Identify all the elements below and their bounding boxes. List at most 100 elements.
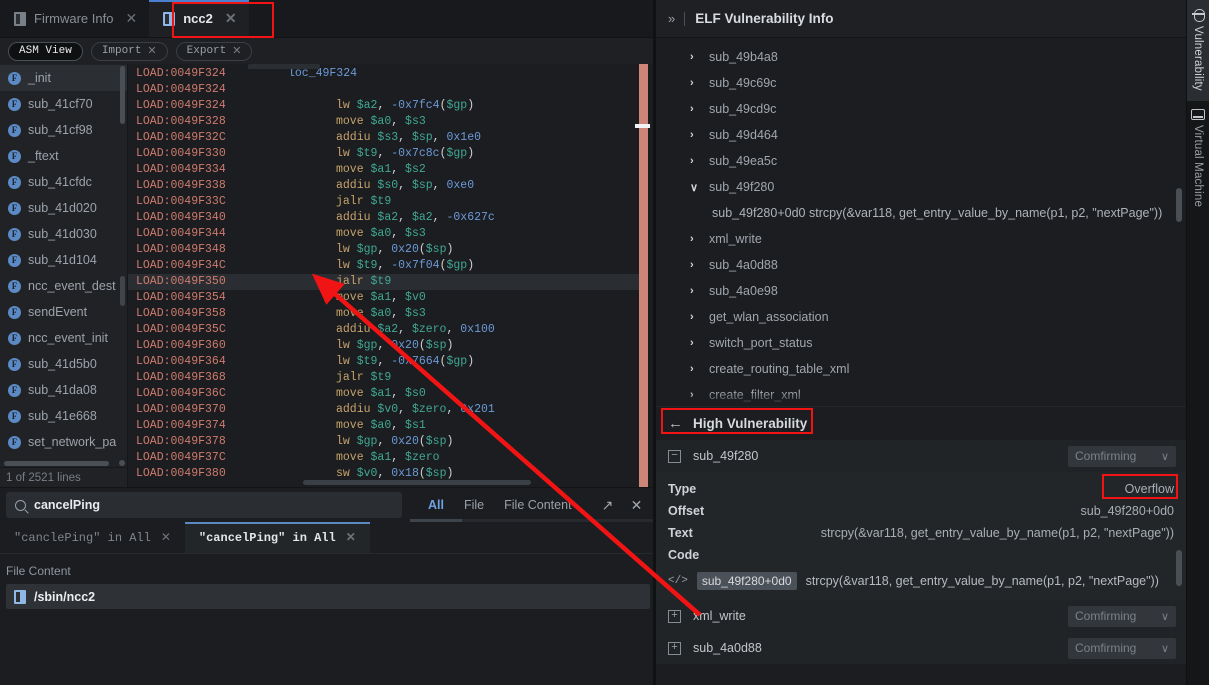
disassembly-line[interactable]: LOAD:0049F35C addiu $a2, $zero, 0x100 bbox=[128, 322, 656, 338]
rail-tab-vulnerability[interactable]: Vulnerability bbox=[1186, 0, 1209, 101]
close-icon[interactable]: ✕ bbox=[161, 530, 171, 545]
tab-firmware-info[interactable]: Firmware Info ✕ bbox=[0, 0, 149, 37]
close-icon[interactable]: ✕ bbox=[147, 44, 156, 58]
chevron-right-icon[interactable]: › bbox=[690, 337, 699, 349]
function-list-item[interactable]: Fsub_41cf98 bbox=[0, 117, 127, 143]
expand-icon[interactable]: + bbox=[668, 609, 681, 623]
status-dropdown[interactable]: Comfirming ∨ bbox=[1068, 637, 1176, 659]
disassembly-line[interactable]: LOAD:0049F324 loc_49F324 bbox=[128, 66, 656, 82]
query-tab-cancelPing[interactable]: "cancelPing" in All ✕ bbox=[184, 522, 370, 553]
disassembly-line[interactable]: LOAD:0049F36C move $a1, $s0 bbox=[128, 386, 656, 402]
vulnerability-tree-node[interactable]: ∨ sub_49f280 bbox=[656, 174, 1186, 200]
vulnerability-tree-node[interactable]: › sub_49d464 bbox=[656, 122, 1186, 148]
disassembly-line[interactable]: LOAD:0049F350 jalr $t9 bbox=[128, 274, 656, 290]
function-list-item[interactable]: Fncc_event_dest bbox=[0, 273, 127, 299]
chevron-down-icon[interactable]: ∨ bbox=[1161, 450, 1169, 463]
close-icon[interactable]: ✕ bbox=[629, 497, 644, 513]
chevron-down-icon[interactable]: ∨ bbox=[1161, 642, 1169, 655]
close-icon[interactable]: ✕ bbox=[125, 10, 137, 27]
expand-icon[interactable]: ↗ bbox=[600, 497, 615, 513]
query-tab-canclePing[interactable]: "canclePing" in All ✕ bbox=[0, 522, 185, 553]
status-dropdown[interactable]: Comfirming ∨ bbox=[1068, 605, 1176, 627]
import-button[interactable]: Import ✕ bbox=[90, 41, 168, 61]
chevron-right-icon[interactable]: › bbox=[690, 129, 699, 141]
close-icon[interactable]: ✕ bbox=[232, 44, 241, 58]
chevron-right-icon[interactable]: › bbox=[690, 51, 699, 63]
disassembly-horizontal-scrollbar[interactable] bbox=[303, 480, 531, 485]
disassembly-line[interactable]: LOAD:0049F344 move $a0, $s3 bbox=[128, 226, 656, 242]
disassembly-line[interactable]: LOAD:0049F370 addiu $v0, $zero, 0x201 bbox=[128, 402, 656, 418]
function-list-item[interactable]: Fsub_41cfdc bbox=[0, 169, 127, 195]
disassembly-line[interactable]: LOAD:0049F324 lw $a2, -0x7fc4($gp) bbox=[128, 98, 656, 114]
search-result-row[interactable]: /sbin/ncc2 bbox=[6, 584, 650, 609]
vulnerability-detail[interactable]: − sub_49f280 Comfirming ∨ Type Overflow Offset… bbox=[656, 440, 1186, 685]
vulnerability-tree-node[interactable]: › create_routing_table_xml bbox=[656, 356, 1186, 382]
disassembly-line[interactable]: LOAD:0049F32C addiu $s3, $sp, 0x1e0 bbox=[128, 130, 656, 146]
vulnerability-tree[interactable]: › sub_49b4a8 › sub_49c69c › sub_49cd9c › sub_49… bbox=[656, 38, 1186, 406]
function-list-item[interactable]: Fsub_41d030 bbox=[0, 221, 127, 247]
chevron-right-icon[interactable]: › bbox=[690, 77, 699, 89]
export-button[interactable]: Export ✕ bbox=[175, 41, 253, 61]
disassembly-line[interactable]: LOAD:0049F37C move $a1, $zero bbox=[128, 450, 656, 466]
chevron-right-icon[interactable]: › bbox=[690, 259, 699, 271]
disassembly-line[interactable]: LOAD:0049F360 lw $gp, 0x20($sp) bbox=[128, 338, 656, 354]
detail-scrollbar[interactable] bbox=[1176, 550, 1182, 586]
disassembly-line[interactable]: LOAD:0049F324 bbox=[128, 82, 656, 98]
expand-icon[interactable]: + bbox=[668, 641, 681, 655]
status-dropdown[interactable]: Comfirming ∨ bbox=[1068, 445, 1176, 467]
chevron-down-icon[interactable]: ∨ bbox=[690, 181, 699, 194]
function-list-item[interactable]: Fsub_41d5b0 bbox=[0, 351, 127, 377]
function-list-item[interactable]: Fset_network_pa bbox=[0, 429, 127, 455]
search-input[interactable]: cancelPing bbox=[6, 492, 402, 518]
chevron-right-icon[interactable]: › bbox=[690, 311, 699, 323]
disassembly-minimap-scrollbar[interactable] bbox=[635, 64, 650, 487]
function-list[interactable]: F _init Fsub_41cf70 Fsub_41cf98 F _ftext Fsub_… bbox=[0, 64, 127, 459]
vulnerability-tree-node[interactable]: › sub_49b4a8 bbox=[656, 44, 1186, 70]
function-list-vertical-scrollbar[interactable] bbox=[120, 66, 125, 124]
function-list-horizontal-scrollbar[interactable] bbox=[0, 459, 127, 467]
chevron-right-icon[interactable]: › bbox=[690, 363, 699, 375]
function-list-item[interactable]: FsendEvent bbox=[0, 299, 127, 325]
detail-group-header[interactable]: − sub_49f280 Comfirming ∨ bbox=[656, 440, 1186, 472]
function-list-item[interactable]: Fsub_41d020 bbox=[0, 195, 127, 221]
disassembly-line[interactable]: LOAD:0049F340 addiu $a2, $a2, -0x627c bbox=[128, 210, 656, 226]
vulnerability-tree-node[interactable]: › sub_49ea5c bbox=[656, 148, 1186, 174]
function-list-item[interactable]: Fsub_41e668 bbox=[0, 403, 127, 429]
disassembly-line[interactable]: LOAD:0049F354 move $a1, $v0 bbox=[128, 290, 656, 306]
tab-scope-file[interactable]: File bbox=[464, 488, 484, 522]
disassembly-line[interactable]: LOAD:0049F334 move $a1, $s2 bbox=[128, 162, 656, 178]
rail-tab-virtual-machine[interactable]: Virtual Machine bbox=[1187, 101, 1209, 217]
asm-view-button[interactable]: ASM View bbox=[8, 41, 83, 61]
vulnerability-tree-node[interactable]: › get_wlan_association bbox=[656, 304, 1186, 330]
disassembly-line[interactable]: LOAD:0049F338 addiu $s0, $sp, 0xe0 bbox=[128, 178, 656, 194]
vulnerability-tree-node[interactable]: › sub_4a0e98 bbox=[656, 278, 1186, 304]
vulnerability-tree-node[interactable]: › sub_49c69c bbox=[656, 70, 1186, 96]
chevron-down-icon[interactable]: ∨ bbox=[1161, 610, 1169, 623]
tab-scope-file-content[interactable]: File Content bbox=[504, 488, 571, 522]
disassembly-line[interactable]: LOAD:0049F368 jalr $t9 bbox=[128, 370, 656, 386]
function-list-item[interactable]: F _init bbox=[0, 65, 127, 91]
code-offset-tag[interactable]: sub_49f280+0d0 bbox=[696, 572, 797, 590]
function-list-item[interactable]: Fncc_event_init bbox=[0, 325, 127, 351]
disassembly-view[interactable]: LOAD:0049F324 loc_49F324 LOAD:0049F324 LOAD… bbox=[128, 64, 656, 487]
disassembly-line[interactable]: LOAD:0049F34C lw $t9, -0x7f04($gp) bbox=[128, 258, 656, 274]
disassembly-listing[interactable]: LOAD:0049F324 loc_49F324 LOAD:0049F324 LOAD… bbox=[128, 64, 656, 482]
vulnerability-tree-leaf[interactable]: sub_49f280+0d0 strcpy(&var118, get_entry… bbox=[656, 200, 1186, 226]
function-list-item[interactable]: Fsub_41d104 bbox=[0, 247, 127, 273]
function-list-item[interactable]: Fsub_41da08 bbox=[0, 377, 127, 403]
detail-group-header[interactable]: + xml_write Comfirming ∨ bbox=[656, 600, 1186, 632]
disassembly-line[interactable]: LOAD:0049F33C jalr $t9 bbox=[128, 194, 656, 210]
disassembly-line[interactable]: LOAD:0049F364 lw $t9, -0x7664($gp) bbox=[128, 354, 656, 370]
disassembly-line[interactable]: LOAD:0049F348 lw $gp, 0x20($sp) bbox=[128, 242, 656, 258]
function-list-item[interactable]: Fsub_41cf70 bbox=[0, 91, 127, 117]
pane-divider[interactable] bbox=[653, 0, 656, 685]
disassembly-line[interactable]: LOAD:0049F374 move $a0, $s1 bbox=[128, 418, 656, 434]
vulnerability-tree-scrollbar[interactable] bbox=[1176, 188, 1182, 222]
tab-ncc2[interactable]: ncc2 ✕ bbox=[149, 0, 249, 37]
detail-group-header[interactable]: + sub_4a0d88 Comfirming ∨ bbox=[656, 632, 1186, 664]
close-icon[interactable]: ✕ bbox=[225, 10, 237, 27]
vulnerability-tree-node[interactable]: › sub_4a0d88 bbox=[656, 252, 1186, 278]
vulnerability-tree-node[interactable]: › sub_49cd9c bbox=[656, 96, 1186, 122]
disassembly-line[interactable]: LOAD:0049F328 move $a0, $s3 bbox=[128, 114, 656, 130]
chevron-right-icon[interactable]: › bbox=[690, 233, 699, 245]
